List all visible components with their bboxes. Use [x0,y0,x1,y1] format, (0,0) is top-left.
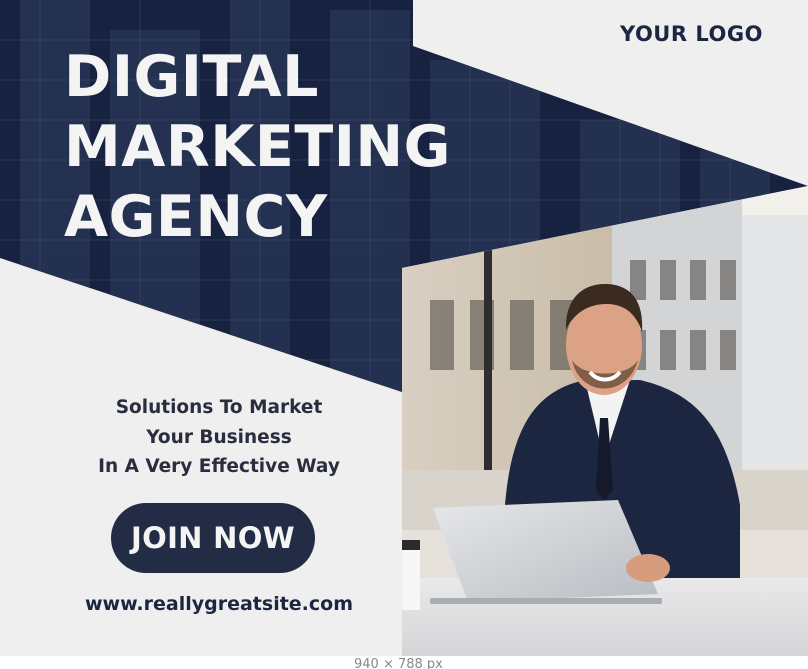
headline-line-3: AGENCY [64,184,328,250]
headline-line-2: MARKETING [64,114,451,180]
headline: DIGITAL MARKETING AGENCY [64,42,451,252]
canvas-dimensions-label: 940 × 788 px [354,657,443,669]
website-url: www.reallygreatsite.com [84,593,354,615]
tagline-line-3: In A Very Effective Way [98,456,340,477]
brand-logo: YOUR LOGO [620,22,763,46]
design-canvas[interactable]: YOUR LOGO DIGITAL MARKETING AGENCY Solut… [0,0,808,656]
join-now-button[interactable]: JOIN NOW [111,503,315,573]
tagline-line-1: Solutions To Market [115,397,323,418]
canvas-footer: 940 × 788 px [0,656,808,669]
tagline: Solutions To Market Your Business In A V… [60,393,378,482]
headline-line-1: DIGITAL [64,44,319,110]
tagline-line-2: Your Business [146,426,292,448]
